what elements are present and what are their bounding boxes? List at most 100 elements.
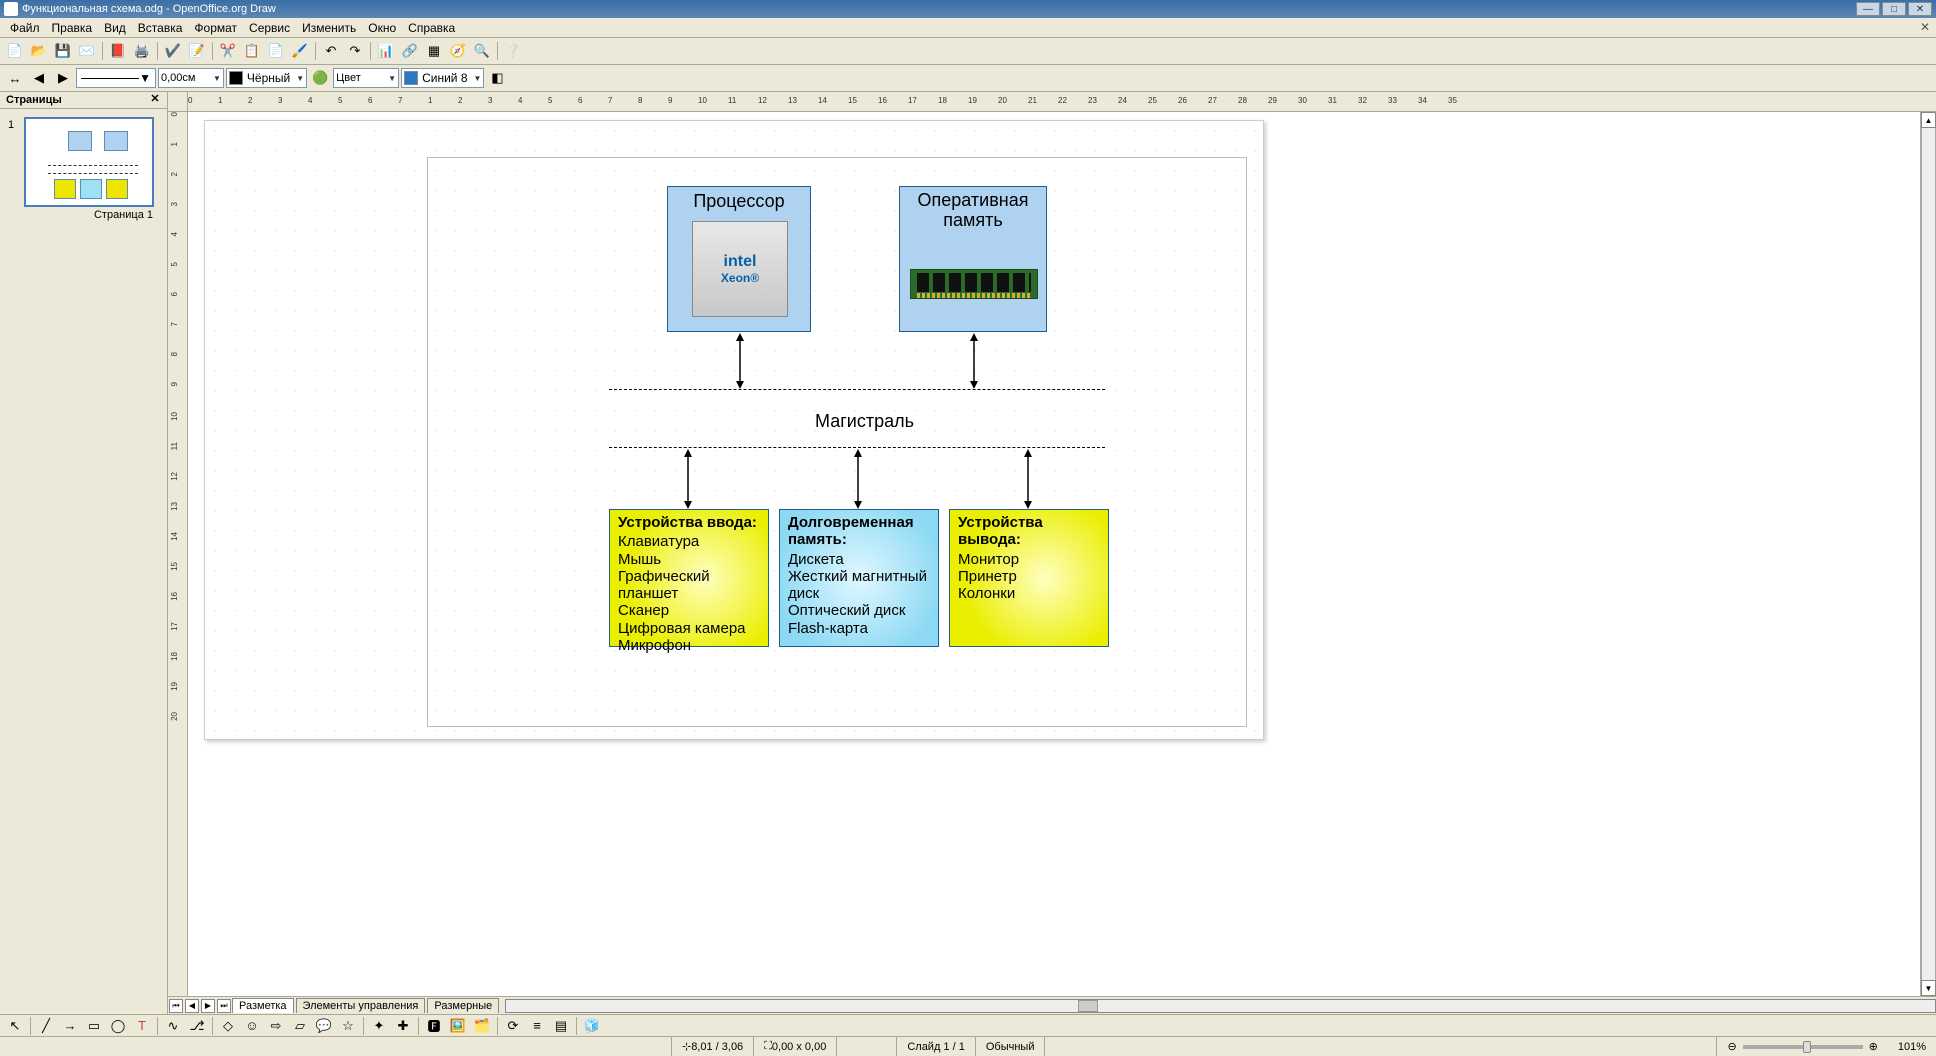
arrow-ram-bus[interactable] [969, 333, 979, 389]
page-thumbnail[interactable] [24, 117, 154, 207]
select-tool[interactable]: ↖ [4, 1015, 26, 1037]
fill-type-dropdown[interactable]: ▼ [333, 68, 399, 88]
export-pdf-button[interactable]: 📕 [107, 40, 129, 62]
hyperlink-button[interactable]: 🔗 [399, 40, 421, 62]
curve-tool[interactable]: ∿ [162, 1015, 184, 1037]
menu-insert[interactable]: Вставка [132, 19, 189, 37]
area-style green-icon[interactable]: 🟢 [309, 67, 331, 89]
layer-tab-layout[interactable]: Разметка [232, 998, 294, 1013]
chart-button[interactable]: 📊 [375, 40, 397, 62]
menu-view[interactable]: Вид [98, 19, 132, 37]
gallery-tool[interactable]: 🗂️ [471, 1015, 493, 1037]
redo-button[interactable]: ↷ [344, 40, 366, 62]
scroll-down-button[interactable]: ▼ [1921, 980, 1936, 996]
menu-window[interactable]: Окно [362, 19, 402, 37]
line-color-dropdown[interactable]: Чёрный ▼ [226, 68, 307, 88]
shape-ram[interactable]: Оперативная память [899, 186, 1047, 332]
menu-help[interactable]: Справка [402, 19, 461, 37]
extrusion-tool[interactable]: 🧊 [581, 1015, 603, 1037]
table-button[interactable]: ▦ [423, 40, 445, 62]
window-maximize-button[interactable]: □ [1882, 2, 1906, 16]
vertical-ruler[interactable]: 01234567891011121314151617181920 [168, 112, 188, 996]
document-close-button[interactable]: ✕ [1918, 20, 1932, 34]
paste-button[interactable]: 📄 [265, 40, 287, 62]
bus-label[interactable]: Магистраль [815, 411, 914, 432]
shape-input-devices[interactable]: Устройства ввода: Клавиатура Мышь Графич… [609, 509, 769, 647]
shape-storage[interactable]: Долговременная память: Дискета Жесткий м… [779, 509, 939, 647]
arrow-input-bus[interactable] [683, 449, 693, 509]
new-doc-button[interactable]: 📄 [4, 40, 26, 62]
fill-type-input[interactable] [336, 70, 386, 86]
line-width-field[interactable]: ▼ [158, 68, 224, 88]
canvas-viewport[interactable]: Процессор intel Xeon® Оперативная память [188, 112, 1920, 996]
horizontal-ruler[interactable]: 0123456712345678910111213141516171819202… [188, 92, 1936, 112]
shape-output-devices[interactable]: Устройства вывода: Монитор Принетр Колон… [949, 509, 1109, 647]
zoom-out-button[interactable]: ⊖ [1727, 1040, 1736, 1053]
menu-edit[interactable]: Правка [46, 19, 99, 37]
undo-button[interactable]: ↶ [320, 40, 342, 62]
align-tool[interactable]: ≡ [526, 1015, 548, 1037]
layer-tab-controls[interactable]: Элементы управления [296, 998, 426, 1013]
spellcheck-button[interactable]: ✔️ [162, 40, 184, 62]
window-close-button[interactable]: ✕ [1908, 2, 1932, 16]
arrow-style-button[interactable]: ↔ [4, 67, 26, 89]
block-arrows-tool[interactable]: ⇨ [265, 1015, 287, 1037]
menu-tools[interactable]: Сервис [243, 19, 296, 37]
gluepoints-tool[interactable]: ✚ [392, 1015, 414, 1037]
copy-button[interactable]: 📋 [241, 40, 263, 62]
email-button[interactable]: ✉️ [76, 40, 98, 62]
rotate-tool[interactable]: ⟳ [502, 1015, 524, 1037]
drawing-page[interactable]: Процессор intel Xeon® Оперативная память [204, 120, 1264, 740]
arrow-processor-bus[interactable] [735, 333, 745, 389]
text-tool[interactable]: T [131, 1015, 153, 1037]
menu-modify[interactable]: Изменить [296, 19, 362, 37]
layer-tab-dimensions[interactable]: Размерные [427, 998, 499, 1013]
flowchart-tool[interactable]: ▱ [289, 1015, 311, 1037]
from-file-tool[interactable]: 🖼️ [447, 1015, 469, 1037]
arrow-output-bus[interactable] [1023, 449, 1033, 509]
stars-tool[interactable]: ☆ [337, 1015, 359, 1037]
tab-nav-prev[interactable]: ◀ [185, 999, 199, 1013]
save-button[interactable]: 💾 [52, 40, 74, 62]
scroll-up-button[interactable]: ▲ [1921, 112, 1936, 128]
vertical-scrollbar[interactable]: ▲ ▼ [1920, 112, 1936, 996]
navigator-button[interactable]: 🧭 [447, 40, 469, 62]
fill-color-dropdown[interactable]: Синий 8 ▼ [401, 68, 484, 88]
arrow-tool[interactable]: → [59, 1015, 81, 1037]
tab-nav-first[interactable]: ⏮ [169, 999, 183, 1013]
connector-tool[interactable]: ⎇ [186, 1015, 208, 1037]
bus-top-line[interactable] [609, 389, 1105, 390]
line-end-right-button[interactable]: ▶ [52, 67, 74, 89]
window-minimize-button[interactable]: — [1856, 2, 1880, 16]
line-width-input[interactable] [161, 70, 211, 86]
points-tool[interactable]: ✦ [368, 1015, 390, 1037]
symbol-shapes-tool[interactable]: ☺ [241, 1015, 263, 1037]
cut-button[interactable]: ✂️ [217, 40, 239, 62]
shadow-button[interactable]: ◧ [486, 67, 508, 89]
format-paint-button[interactable]: 🖌️ [289, 40, 311, 62]
basic-shapes-tool[interactable]: ◇ [217, 1015, 239, 1037]
fontwork-tool[interactable]: 🅵 [423, 1015, 445, 1037]
autospell-button[interactable]: 📝 [186, 40, 208, 62]
tab-nav-next[interactable]: ▶ [201, 999, 215, 1013]
horizontal-scrollbar[interactable] [505, 999, 1936, 1013]
arrange-tool[interactable]: ▤ [550, 1015, 572, 1037]
menu-format[interactable]: Формат [188, 19, 243, 37]
open-button[interactable]: 📂 [28, 40, 50, 62]
rect-tool[interactable]: ▭ [83, 1015, 105, 1037]
callout-tool[interactable]: 💬 [313, 1015, 335, 1037]
arrow-storage-bus[interactable] [853, 449, 863, 509]
zoom-value[interactable]: 101% [1888, 1037, 1936, 1056]
pages-panel-close-button[interactable]: ✕ [149, 94, 161, 106]
line-end-left-button[interactable]: ◀ [28, 67, 50, 89]
bus-bottom-line[interactable] [609, 447, 1105, 448]
tab-nav-last[interactable]: ⏭ [217, 999, 231, 1013]
shape-processor[interactable]: Процессор intel Xeon® [667, 186, 811, 332]
line-tool[interactable]: ╱ [35, 1015, 57, 1037]
zoom-button[interactable]: 🔍 [471, 40, 493, 62]
help-button[interactable]: ❔ [502, 40, 524, 62]
ellipse-tool[interactable]: ◯ [107, 1015, 129, 1037]
zoom-slider[interactable] [1743, 1045, 1863, 1049]
print-button[interactable]: 🖨️ [131, 40, 153, 62]
menu-file[interactable]: Файл [4, 19, 46, 37]
